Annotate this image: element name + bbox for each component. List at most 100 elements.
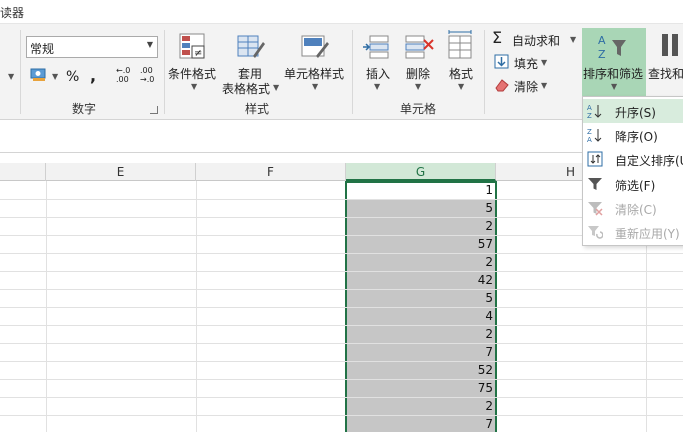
cell-g11[interactable]: 52 [346,361,496,379]
cell-style-button[interactable]: 单元格样式 [284,65,344,82]
svg-text:Z: Z [598,48,606,61]
chevron-down-icon[interactable]: ▼ [541,58,547,67]
chevron-down-icon[interactable]: ▼ [541,81,547,90]
grid-line [0,199,683,200]
cell-g3[interactable]: 2 [346,217,496,235]
title-text: 读器 [0,6,25,20]
svg-text:A: A [587,136,592,143]
number-format-value: 常规 [30,42,55,56]
grid-line [0,325,683,326]
cell-g1[interactable]: 1 [346,181,496,199]
cell-g10[interactable]: 7 [346,343,496,361]
grid-line [0,361,683,362]
column-header-f[interactable]: F [196,163,346,181]
dialog-launcher-icon[interactable] [150,106,158,114]
column-header-g[interactable]: G [346,163,496,181]
conditional-format-icon: ≠ [179,33,205,59]
chevron-down-icon[interactable]: ▼ [52,72,58,81]
number-format-select[interactable]: 常规 ▼ [26,36,158,58]
cell-g4[interactable]: 57 [346,235,496,253]
chevron-down-icon[interactable]: ▼ [312,82,318,91]
chevron-down-icon[interactable]: ▼ [570,35,576,44]
custom-sort-icon [587,151,603,167]
conditional-format-button[interactable]: 条件格式 [168,65,216,82]
comma-style-button[interactable]: , [90,66,96,85]
cell-g7[interactable]: 5 [346,289,496,307]
cell-g12[interactable]: 75 [346,379,496,397]
svg-text:A: A [587,104,592,112]
format-as-table-icon [237,35,265,58]
autosum-icon: Σ [492,28,503,47]
ribbon-separator [484,30,485,114]
reapply-icon [587,224,604,240]
ribbon-separator [164,30,165,114]
find-select-button[interactable]: 查找和 [648,65,683,82]
grid-line [0,397,683,398]
svg-text:≠: ≠ [194,48,202,59]
cell-g14[interactable]: 7 [346,415,496,432]
menu-item-label: 重新应用(Y) [615,227,680,241]
decrease-decimal-button[interactable]: .00 →.0 [140,66,154,84]
grid-line [0,307,683,308]
group-label-number: 数字 [72,102,97,116]
chevron-down-icon[interactable]: ▼ [458,82,464,91]
sort-filter-button[interactable]: A Z 排序和筛选 ▼ [582,28,646,100]
insert-cells-icon [363,35,389,59]
eraser-icon [495,79,509,92]
grid-line [0,271,683,272]
sort-ascending-icon: AZ [587,103,603,120]
group-label-styles: 样式 [245,102,270,116]
ribbon-separator [20,30,21,114]
grid-line [0,235,683,236]
find-select-icon [662,34,678,56]
menu-item-filter[interactable]: 筛选(F) [583,172,683,196]
chevron-down-icon[interactable]: ▼ [273,83,279,92]
cell-g13[interactable]: 2 [346,397,496,415]
ribbon-separator [352,30,353,114]
sort-filter-label: 排序和筛选 [583,67,644,81]
menu-item-sort-ascending[interactable]: A Z 升序(S) [583,99,683,123]
increase-decimal-button[interactable]: ←.0 .00 [116,66,130,84]
grid-line [0,217,683,218]
svg-text:Z: Z [587,112,592,119]
ribbon: ▼ 常规 ▼ ▼ % , ←.0 .00 .00 →.0 数字 ≠ 条件格式 ▼… [0,24,683,120]
percent-button[interactable]: % [66,69,79,85]
menu-item-reapply: 重新应用(Y) [583,220,683,244]
group-label-cells: 单元格 [400,102,437,116]
grid-line [0,415,683,416]
clear-filter-icon [587,200,603,216]
menu-item-custom-sort[interactable]: 自定义排序(U) [583,147,683,171]
menu-item-label: 降序(O) [615,130,658,144]
column-header-row: E F G H [0,163,683,181]
cell-g5[interactable]: 2 [346,253,496,271]
menu-item-sort-descending[interactable]: Z A 降序(O) [583,123,683,147]
cell-g8[interactable]: 4 [346,307,496,325]
chevron-down-icon: ▼ [146,40,153,49]
column-header-d[interactable] [0,163,46,181]
chevron-down-icon[interactable]: ▼ [8,72,14,81]
menu-item-label: 清除(C) [615,203,657,217]
grid-line [0,343,683,344]
currency-format-icon[interactable] [30,66,48,82]
delete-button[interactable]: 删除 [406,65,430,82]
grid-line [0,379,683,380]
cell-g2[interactable]: 5 [346,199,496,217]
cell-g9[interactable]: 2 [346,325,496,343]
format-cells-icon [448,30,472,59]
autosum-button[interactable]: 自动求和 [512,32,560,49]
clear-button[interactable]: 清除 [514,78,538,95]
sort-filter-icon: A Z [598,34,626,61]
grid-line [0,253,683,254]
format-button[interactable]: 格式 [449,65,473,82]
worksheet-grid[interactable]: 1 5 2 57 2 42 5 4 2 7 52 75 2 7 [0,181,683,432]
chevron-down-icon[interactable]: ▼ [191,82,197,91]
fill-down-icon [494,54,509,69]
format-as-table-button[interactable]: 表格格式 [222,80,270,97]
chevron-down-icon[interactable]: ▼ [374,82,380,91]
fill-button[interactable]: 填充 [514,55,538,72]
column-header-e[interactable]: E [46,163,196,181]
svg-text:Z: Z [587,128,592,136]
chevron-down-icon[interactable]: ▼ [415,82,421,91]
insert-button[interactable]: 插入 [366,65,390,82]
cell-g6[interactable]: 42 [346,271,496,289]
